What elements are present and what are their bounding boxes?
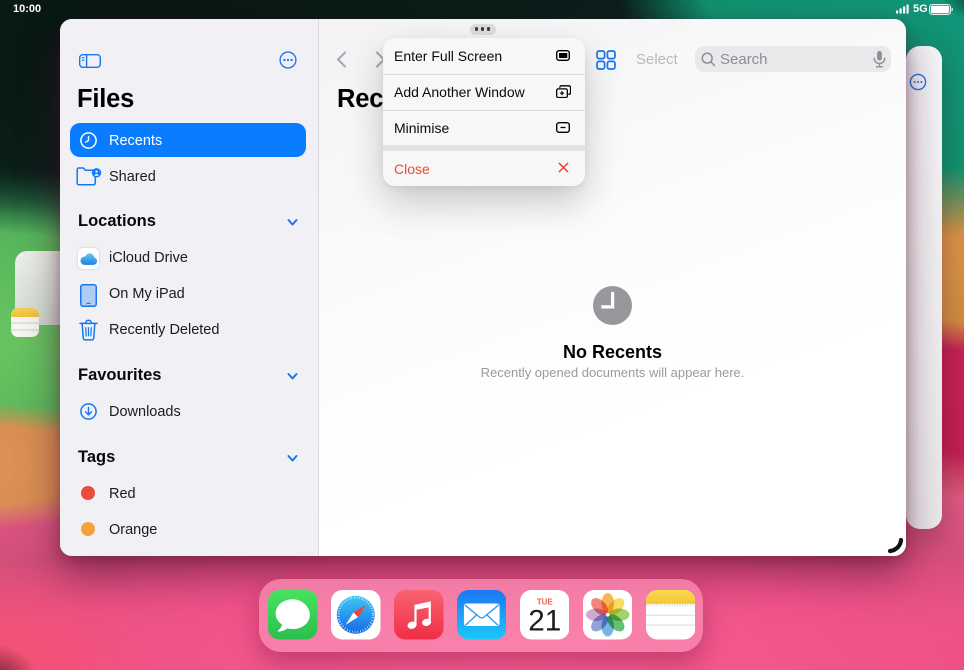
svg-text:21: 21 [528, 605, 561, 638]
